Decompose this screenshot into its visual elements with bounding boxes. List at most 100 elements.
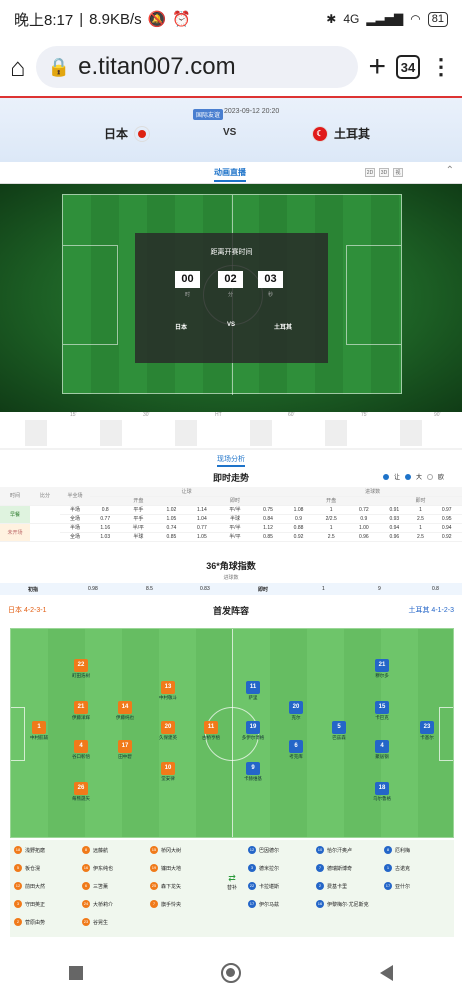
sub-player[interactable]: 12 前田大然 [14,882,45,890]
sub-player[interactable]: 25 森下龙矢 [150,882,181,890]
odds-cell: 半球 [217,514,253,524]
sub-player[interactable]: 19 镰田大地 [150,864,181,872]
sub-player[interactable]: 3 德米拉尔 [248,864,279,872]
sub-player[interactable]: 6 三笘薰 [82,882,108,890]
back-button[interactable] [379,964,393,981]
view-3d-button[interactable]: 3D [379,168,389,177]
odds-cell: 1.02 [156,505,187,515]
away-player[interactable]: 6 考克库 [276,740,316,760]
away-player[interactable]: 20 克尔 [276,701,316,721]
new-tab-icon[interactable]: + [368,50,386,84]
away-player[interactable]: 11 萨里 [233,681,273,701]
sub-player[interactable]: 22 卡拉堪斯 [248,882,279,890]
system-nav-bar [0,945,462,1000]
sub-player[interactable]: 24 大桥莉介 [82,900,113,908]
sub-player[interactable]: 16 伊东纯也 [82,864,113,872]
timeline-tick: 15' [70,412,77,418]
player-name: 克尔 [291,715,301,720]
sub-player[interactable]: 5 板仓滉 [14,864,40,872]
sub-player[interactable]: 7 德瑞斯博奇 [316,864,352,872]
sub-player[interactable]: 16 伊黎梅尔·尤尼斯克 [316,900,369,908]
odds-cell: 0.92 [431,532,462,542]
away-player[interactable]: 9 卡赫维基 [233,762,273,782]
odds-cell: 平手 [120,505,157,515]
home-team[interactable]: 日本 [104,125,151,142]
shirt-number: 15 [375,701,389,714]
collapse-icon[interactable]: ⌃ [446,165,454,176]
sub-player[interactable]: 18 浅野拓磨 [14,846,45,854]
home-player[interactable]: 14 伊藤纯也 [105,701,145,721]
sub-player[interactable]: 3 守田英正 [14,900,45,908]
sub-name: 伊尔马兹 [259,901,280,908]
sub-player[interactable]: 12 巴因德尔 [248,846,279,854]
home-player[interactable]: 4 谷口彰悟 [61,740,101,760]
sub-name: 伊黎梅尔·尤尼斯克 [327,901,369,908]
shirt-number: 6 [289,740,303,753]
sub-player[interactable]: 15 桥冈大树 [150,846,181,854]
sub-player[interactable]: 17 亚什尔 [384,882,410,890]
odds-type-radios: 让 大 欧 [382,472,444,481]
signal-icon: ▂▃▅▇ [366,12,404,26]
radio-euro-icon[interactable] [426,473,433,480]
player-name: 考克库 [289,754,303,759]
radio-handicap-icon[interactable] [382,473,389,480]
sub-number: 2 [14,918,22,926]
sub-player[interactable]: 10 恰尔汗奥卢 [316,846,352,854]
tab-switcher-button[interactable]: 34 [396,55,420,79]
sub-name: 厄利梅 [395,847,411,854]
odds-cell: 平/半 [217,505,253,515]
home-player[interactable]: 21 伊藤洋辉 [61,701,101,721]
home-player[interactable]: 11 古桥亨梧 [191,721,231,741]
silent-icon: 🔕 [147,11,167,28]
sub-number: 7 [150,900,158,908]
home-player[interactable]: 26 毎熊晟矢 [61,782,101,802]
odds-cell: 1 [409,505,432,515]
tab-live-animation[interactable]: 动画直播 [214,167,246,182]
away-player[interactable]: 23 卡基尔 [407,721,447,741]
address-bar[interactable]: 🔒 e.titan007.com [35,46,359,88]
home-icon[interactable]: ⌂ [10,52,26,83]
away-player[interactable]: 4 聚居钢 [362,740,402,760]
home-player[interactable]: 20 久保建英 [148,721,188,741]
odds-cell: 2.5 [313,532,349,542]
away-player[interactable]: 15 卡巴克 [362,701,402,721]
recents-button[interactable] [69,965,84,980]
sub-player[interactable]: 7 旗手怜央 [150,900,181,908]
table-header-row: 时间 比分 半全场 让球 进球数 [0,487,462,506]
timeline-bar [100,420,122,446]
shirt-number: 26 [74,782,88,795]
home-player[interactable]: 13 中村敬斗 [148,681,188,701]
view-video-button[interactable]: 视 [393,168,403,177]
sub-number: 8 [82,846,90,854]
odds-cell: 平手 [120,514,157,524]
view-2d-button[interactable]: 2D [365,168,375,177]
half-cell: 半场 [60,523,90,533]
sub-player[interactable]: 8 远藤航 [82,846,108,854]
home-player[interactable]: 10 堂安律 [148,762,188,782]
tab-analysis[interactable]: 现场分析 [217,454,245,467]
home-button[interactable] [221,962,242,983]
home-player[interactable]: 1 中村航辅 [19,721,59,741]
sub-player[interactable]: 23 谷晃生 [82,918,108,926]
away-player[interactable]: 19 多伊尔博格 [233,721,273,741]
home-player[interactable]: 17 田中碧 [105,740,145,760]
away-team[interactable]: ☾ 土耳其 [312,125,370,142]
half-cell: 半场 [60,505,90,515]
sub-player[interactable]: 17 伊尔马兹 [248,900,279,908]
menu-icon[interactable]: ⋮ [430,54,452,80]
sub-player[interactable]: 2 菅原由势 [14,918,45,926]
home-player[interactable]: 22 町田浩树 [61,659,101,679]
odds-cell: 0.75 [252,505,284,515]
sub-player[interactable]: 1 古诺克 [384,864,410,872]
away-player[interactable]: 18 乌尔鲁格 [362,782,402,802]
sub-player[interactable]: 2 费基卡里 [316,882,347,890]
away-player[interactable]: 5 巴兹森 [319,721,359,741]
corner-value: 0.98 [88,586,98,592]
player-name: 穆尔多 [375,673,389,678]
countdown-panel: 距离开赛时间 00 时 02 分 03 秒 日本 VS 土耳其 [135,233,328,363]
sub-player[interactable]: 8 厄利梅 [384,846,410,854]
radio-total-icon[interactable] [404,473,411,480]
countdown-seconds: 03 [258,271,283,288]
odds-cell: 0.96 [379,532,410,542]
away-player[interactable]: 21 穆尔多 [362,659,402,679]
